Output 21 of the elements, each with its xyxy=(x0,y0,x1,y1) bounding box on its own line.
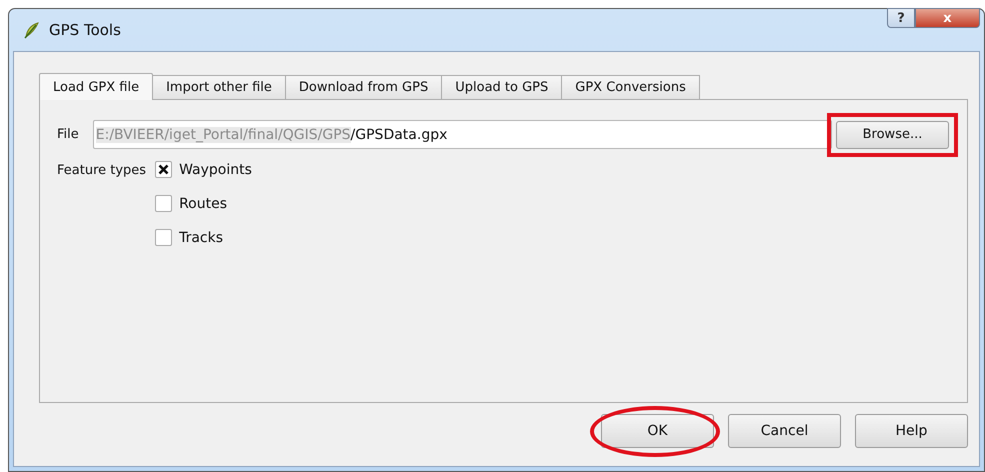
checkbox-label: Tracks xyxy=(179,230,224,246)
leaf-icon xyxy=(23,21,41,39)
dialog-button[interactable]: OK xyxy=(601,414,714,448)
checkbox-label: Waypoints xyxy=(179,162,252,178)
checkbox[interactable] xyxy=(155,161,172,178)
checkbox[interactable] xyxy=(155,195,172,212)
tab[interactable]: Upload to GPS xyxy=(441,75,562,99)
browse-button[interactable]: Browse... xyxy=(836,120,949,148)
checkbox[interactable] xyxy=(155,229,172,246)
dialog-button[interactable]: Help xyxy=(855,414,968,448)
dialog-button[interactable]: Cancel xyxy=(728,414,841,448)
window-title: GPS Tools xyxy=(49,21,121,39)
tab[interactable]: Download from GPS xyxy=(284,75,442,99)
tab[interactable]: Import other file xyxy=(152,75,286,99)
feature-types-label: Feature types xyxy=(57,163,146,180)
tab[interactable]: GPX Conversions xyxy=(561,75,700,99)
file-path-field[interactable]: E:/BVIEER/iget_Portal/final/QGIS/GPS/GPSData.gpx xyxy=(92,120,832,149)
tab[interactable]: Load GPX file xyxy=(39,73,154,100)
help-button[interactable]: ? xyxy=(887,8,915,28)
file-label: File xyxy=(57,127,79,142)
checkbox-label: Routes xyxy=(179,196,228,212)
